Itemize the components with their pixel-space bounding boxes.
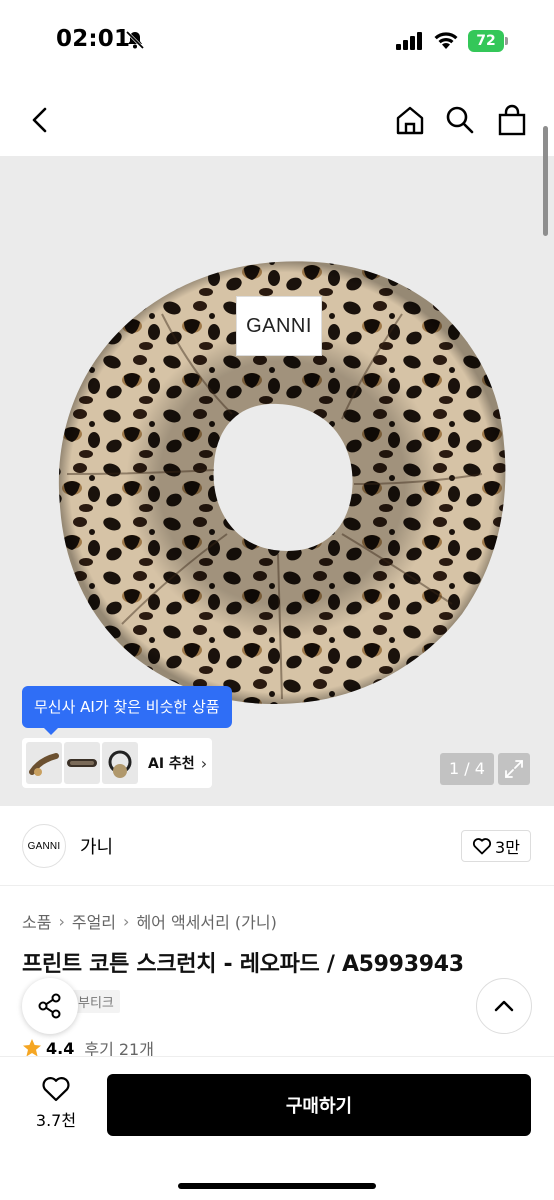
heart-icon [472, 838, 492, 855]
share-button[interactable] [22, 978, 78, 1034]
home-icon[interactable] [392, 102, 428, 138]
home-indicator[interactable] [178, 1183, 376, 1189]
ai-tooltip[interactable]: 무신사 AI가 찾은 비슷한 상품 [22, 686, 232, 735]
product-title: 프린트 코튼 스크런치 - 레오파드 / A5993943 [22, 952, 464, 977]
bottom-bar: 3.7천 구매하기 [0, 1056, 554, 1200]
brand-label-tag: GANNI [236, 296, 322, 356]
ai-recommend-strip[interactable]: AI 추천 › [22, 738, 212, 788]
chevron-right-icon: › [200, 753, 208, 773]
ai-recommend-label: AI 추천 [148, 756, 195, 772]
search-icon[interactable] [442, 102, 478, 138]
brand-row[interactable]: GANNI 가니 3만 [0, 806, 554, 886]
status-time: 02:01 [56, 26, 131, 52]
wishlist-button[interactable]: 3.7천 [28, 1075, 84, 1135]
status-bar: 02:01 72 [0, 0, 554, 84]
breadcrumb-item[interactable]: 헤어 액세서리 (가니) [136, 909, 276, 933]
product-image-carousel[interactable]: GANNI 무신사 AI가 찾은 비슷한 상품 AI 추천 › 1 / 4 [0, 156, 554, 806]
star-icon [23, 1039, 41, 1057]
share-icon [38, 993, 61, 1019]
brand-logo[interactable]: GANNI [22, 824, 66, 868]
back-icon[interactable] [22, 102, 58, 138]
brand-like-button[interactable]: 3만 [461, 830, 531, 862]
signal-icon [396, 32, 424, 54]
ai-thumb-1[interactable] [26, 742, 62, 784]
scroll-indicator[interactable] [543, 126, 548, 236]
breadcrumb: 소품 › 주얼리 › 헤어 액세서리 (가니) [22, 909, 277, 933]
battery-level: 72 [468, 30, 504, 52]
ai-thumb-3[interactable] [102, 742, 138, 784]
chevron-up-icon [494, 1000, 514, 1012]
expand-icon[interactable] [498, 753, 530, 785]
chevron-right-icon: › [123, 911, 130, 931]
chevron-right-icon: › [58, 911, 65, 931]
buy-button[interactable]: 구매하기 [107, 1074, 531, 1136]
rating-value: 4.4 [46, 1038, 75, 1058]
wifi-icon [433, 30, 459, 54]
page-indicator: 1 / 4 [440, 753, 494, 785]
shopping-bag-icon[interactable] [494, 102, 530, 138]
breadcrumb-item[interactable]: 주얼리 [72, 909, 116, 933]
brand-name[interactable]: 가니 [80, 833, 113, 859]
nav-bar [0, 84, 554, 156]
boutique-tag: 부티크 [72, 990, 120, 1013]
battery-indicator: 72 [468, 30, 508, 52]
wishlist-count: 3.7천 [35, 1111, 77, 1130]
ai-thumb-2[interactable] [64, 742, 100, 784]
scroll-top-button[interactable] [476, 978, 532, 1034]
bell-slash-icon [124, 29, 146, 51]
heart-icon [42, 1077, 70, 1102]
brand-like-count: 3만 [495, 838, 520, 857]
breadcrumb-item[interactable]: 소품 [22, 909, 51, 933]
battery-cap [505, 37, 508, 45]
